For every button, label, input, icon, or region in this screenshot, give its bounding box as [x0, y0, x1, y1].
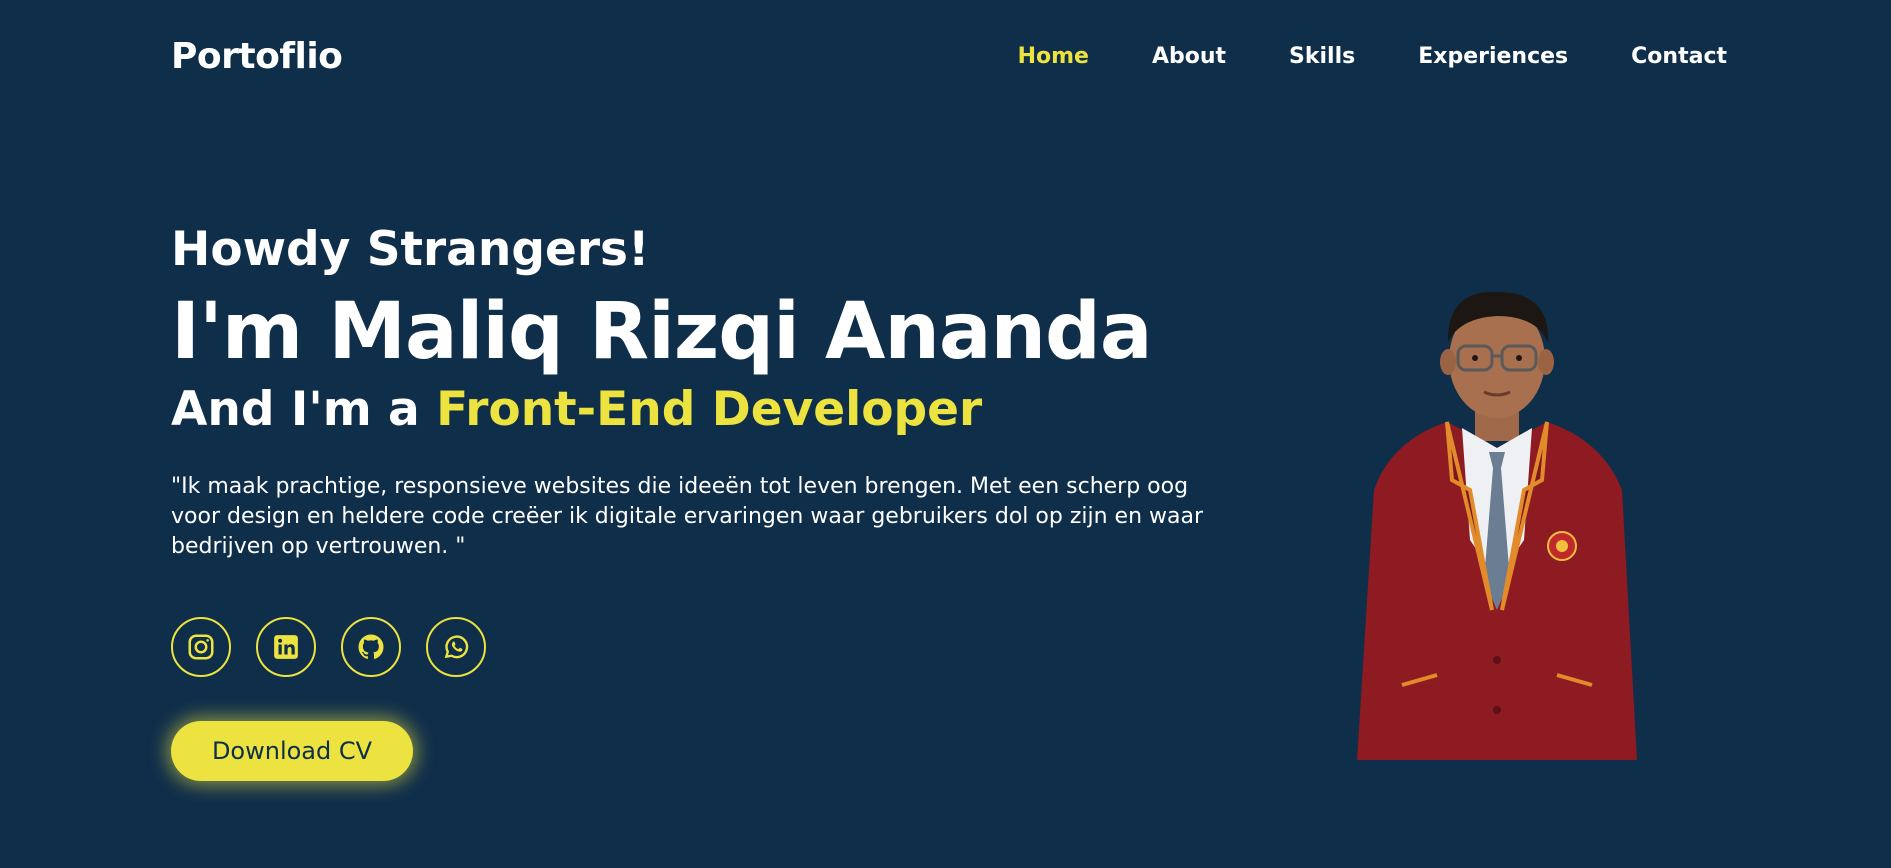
hero-role: And I'm a Front-End Developer [171, 380, 1231, 440]
role-prefix: And I'm a [171, 382, 437, 437]
hero-quote: "Ik maak prachtige, responsieve websites… [171, 474, 1204, 559]
nav-home[interactable]: Home [1018, 44, 1089, 69]
site-logo[interactable]: Portoflio [171, 36, 343, 77]
portfolio-page: Portoflio Home About Skills Experiences … [0, 0, 1891, 868]
whatsapp-icon [444, 635, 469, 659]
instagram-link[interactable] [171, 617, 231, 677]
github-icon [358, 634, 384, 659]
nav-experiences[interactable]: Experiences [1418, 44, 1568, 69]
main-nav: Home About Skills Experiences Contact [1018, 44, 1727, 69]
github-link[interactable] [341, 617, 401, 677]
linkedin-link[interactable] [256, 617, 316, 677]
profile-photo [1357, 291, 1637, 760]
hero-name: I'm Maliq Rizqi Ananda [171, 287, 1153, 377]
role-highlight: Front-End Developer [436, 382, 983, 437]
whatsapp-link[interactable] [426, 617, 486, 677]
nav-skills[interactable]: Skills [1289, 44, 1355, 69]
hero-greeting: Howdy Strangers! [171, 222, 650, 277]
nav-about[interactable]: About [1152, 44, 1226, 69]
nav-contact[interactable]: Contact [1631, 44, 1727, 69]
linkedin-icon [274, 635, 298, 659]
hero-section: Howdy Strangers! I'm Maliq Rizqi Ananda … [171, 222, 1231, 562]
site-header: Portoflio Home About Skills Experiences … [0, 0, 1891, 112]
social-links [171, 617, 486, 677]
instagram-icon [188, 634, 214, 660]
download-cv-button[interactable]: Download CV [171, 721, 413, 781]
